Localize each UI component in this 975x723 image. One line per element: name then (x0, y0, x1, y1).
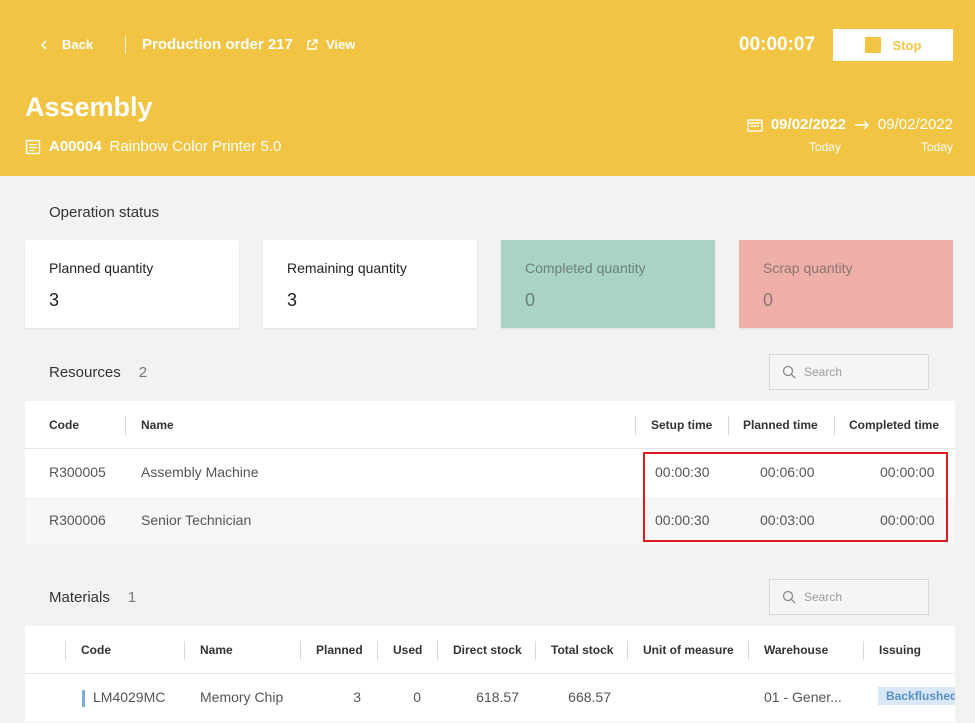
materials-search-input[interactable] (804, 590, 914, 604)
stop-label: Stop (892, 37, 922, 53)
back-button[interactable]: Back (40, 37, 93, 52)
materials-title: Materials (49, 589, 110, 606)
column-divider (437, 641, 438, 660)
item-info: A00004 Rainbow Color Printer 5.0 (25, 138, 281, 155)
remaining-quantity-card: Remaining quantity 3 (263, 240, 477, 328)
start-date-note: Today (808, 140, 841, 154)
row-code: R300006 (49, 512, 106, 528)
resources-search[interactable] (769, 354, 929, 390)
search-icon (782, 365, 796, 379)
row-name: Memory Chip (200, 689, 284, 705)
production-order-title: Production order 217 (142, 36, 293, 53)
card-label: Remaining quantity (287, 260, 407, 276)
table-header: Code Name Planned Used Direct stock Tota… (25, 626, 955, 674)
column-divider (535, 641, 536, 660)
completed-quantity-card[interactable]: Completed quantity 0 (501, 240, 715, 328)
planned-quantity-card: Planned quantity 3 (25, 240, 239, 328)
col-unit-of-measure[interactable]: Unit of measure (643, 643, 734, 657)
highlight-annotation (643, 452, 948, 542)
row-name: Senior Technician (141, 512, 252, 528)
end-date: 09/02/2022 (877, 116, 953, 133)
column-divider (65, 641, 66, 660)
page-header: Back Production order 217 View 00:00:07 … (0, 0, 975, 176)
column-divider (635, 416, 636, 435)
issuing-cell: Backflushed (878, 687, 955, 705)
column-divider (627, 641, 628, 660)
resources-heading: Resources 2 (49, 364, 147, 381)
start-date: 09/02/2022 (770, 116, 846, 133)
item-name: Rainbow Color Printer 5.0 (109, 138, 282, 155)
card-label: Planned quantity (49, 260, 154, 276)
row-used: 0 (413, 689, 421, 705)
card-label: Completed quantity (525, 260, 646, 276)
card-value: 0 (525, 290, 536, 310)
stop-icon (864, 37, 881, 53)
card-value: 0 (763, 290, 774, 310)
col-planned[interactable]: Planned (316, 643, 363, 657)
back-label: Back (62, 37, 94, 52)
calendar-icon (747, 118, 763, 132)
column-divider (748, 641, 749, 660)
arrow-right-icon (854, 120, 869, 129)
row-name: Assembly Machine (141, 464, 259, 480)
chevron-left-icon (40, 39, 47, 50)
header-divider (125, 36, 126, 54)
card-value: 3 (49, 290, 60, 310)
materials-heading: Materials 1 (49, 589, 136, 606)
operation-status-heading: Operation status (49, 204, 160, 221)
scrap-quantity-card[interactable]: Scrap quantity 0 (739, 240, 953, 328)
card-value: 3 (287, 290, 298, 310)
col-total-stock[interactable]: Total stock (551, 643, 613, 657)
item-code: A00004 (49, 138, 102, 155)
card-label: Scrap quantity (763, 260, 853, 276)
issuing-badge: Backflushed (878, 687, 955, 705)
search-icon (782, 590, 796, 604)
row-code: LM4029MC (93, 689, 166, 705)
table-header: Code Name Setup time Planned time Comple… (25, 401, 955, 449)
row-indicator (82, 690, 85, 707)
view-label: View (326, 37, 356, 52)
col-issuing[interactable]: Issuing (879, 643, 921, 657)
column-divider (377, 641, 378, 660)
row-total-stock: 668.57 (568, 689, 611, 705)
materials-count: 1 (127, 589, 137, 606)
item-icon (25, 139, 41, 154)
materials-search[interactable] (769, 579, 929, 615)
stop-button[interactable]: Stop (833, 29, 953, 61)
materials-table: Code Name Planned Used Direct stock Tota… (25, 626, 955, 722)
col-completed-time[interactable]: Completed time (849, 418, 939, 432)
column-divider (300, 641, 301, 660)
elapsed-timer: 00:00:07 (739, 34, 816, 55)
column-divider (728, 416, 729, 435)
col-setup-time[interactable]: Setup time (651, 418, 712, 432)
end-date-note: Today (920, 140, 953, 154)
col-code[interactable]: Code (81, 643, 111, 657)
row-direct-stock: 618.57 (476, 689, 519, 705)
resources-title: Resources (49, 364, 121, 381)
row-warehouse: 01 - Gener... (764, 689, 842, 705)
external-link-icon (307, 38, 318, 50)
operation-title: Assembly (25, 92, 153, 122)
date-range: 09/02/2022 09/02/2022 Today Today (747, 116, 953, 154)
column-divider (834, 416, 835, 435)
col-name[interactable]: Name (141, 418, 174, 432)
column-divider (184, 641, 185, 660)
resources-count: 2 (138, 364, 148, 381)
row-code: R300005 (49, 464, 106, 480)
view-link[interactable]: View (306, 37, 355, 52)
column-divider (863, 641, 864, 660)
column-divider (125, 416, 126, 435)
table-row[interactable]: LM4029MC Memory Chip 3 0 618.57 668.57 0… (25, 674, 955, 722)
col-warehouse[interactable]: Warehouse (764, 643, 828, 657)
col-used[interactable]: Used (393, 643, 422, 657)
col-planned-time[interactable]: Planned time (743, 418, 818, 432)
col-name[interactable]: Name (200, 643, 233, 657)
row-planned: 3 (353, 689, 361, 705)
resources-search-input[interactable] (804, 365, 914, 379)
col-code[interactable]: Code (49, 418, 79, 432)
col-direct-stock[interactable]: Direct stock (453, 643, 522, 657)
